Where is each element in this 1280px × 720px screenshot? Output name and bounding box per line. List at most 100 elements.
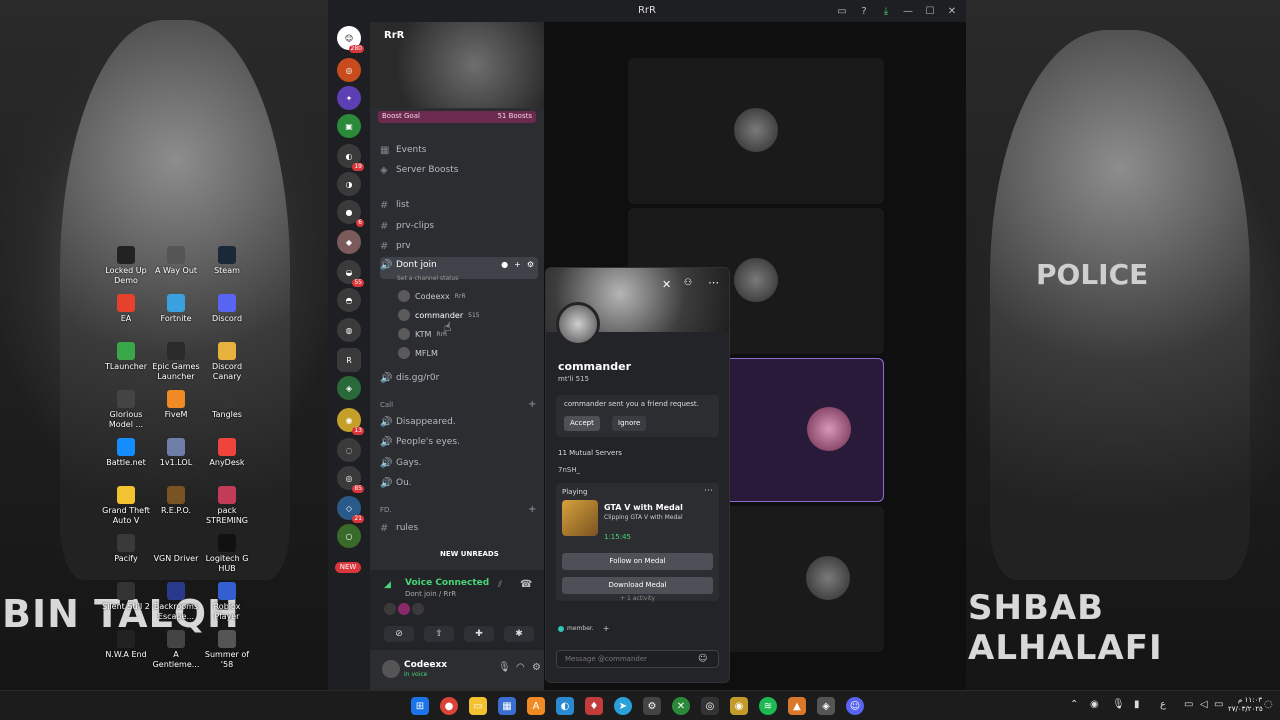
server-icon[interactable]: ◒ 55 <box>337 260 364 287</box>
desktop-icon[interactable]: Pacify <box>100 534 152 564</box>
server-icon[interactable]: ◓ <box>337 288 361 312</box>
message-input[interactable]: Message @commander <box>556 650 719 668</box>
more-activity[interactable]: + 1 activity <box>546 595 729 602</box>
chevron-up-icon[interactable]: ⌃ <box>1070 699 1078 710</box>
voice-channel-invite[interactable]: 🔊 dis.gg/r0r <box>380 369 538 387</box>
network-icon[interactable]: ▭ <box>1184 699 1193 710</box>
inbox-icon[interactable]: ▭ <box>834 3 850 19</box>
desktop-icon[interactable]: FiveM <box>150 390 202 420</box>
channel-prv[interactable]: # prv <box>380 237 538 255</box>
minimize-button[interactable]: — <box>900 3 916 19</box>
server-icon[interactable]: ◆ <box>337 230 361 254</box>
system-clock[interactable]: ١١:٠٣ م ٢٧/٠٣/٢٠٢٥ <box>1228 696 1263 714</box>
add-channel-icon[interactable]: + <box>528 399 536 410</box>
server-icon[interactable]: ◍ <box>337 318 361 342</box>
voice-channel-peoples-eyes[interactable]: 🔊 People's eyes. <box>380 433 538 451</box>
settings-icon[interactable]: ⚙ <box>643 697 661 715</box>
server-icon[interactable]: ▣ <box>337 114 361 138</box>
tray-icon[interactable]: ◉ <box>1090 699 1099 710</box>
desktop-icon[interactable]: A Gentleme... <box>150 630 202 670</box>
server-icon[interactable]: ◐ 19 <box>337 144 364 171</box>
voice-user[interactable]: KTM RrR <box>398 326 447 342</box>
app-icon[interactable]: A <box>527 697 545 715</box>
desktop-icon[interactable]: Silent Still 2 <box>100 582 152 612</box>
xbox-icon[interactable]: ✕ <box>672 697 690 715</box>
server-icon-active[interactable]: R <box>337 348 361 372</box>
server-icon[interactable]: ◎ <box>337 58 361 82</box>
accept-button[interactable]: Accept <box>564 416 600 431</box>
desktop-icon[interactable]: EA <box>100 294 152 324</box>
desktop-icon[interactable]: VGN Driver <box>150 534 202 564</box>
desktop-icon[interactable]: Steam <box>201 246 253 276</box>
app-icon[interactable]: ◎ <box>701 697 719 715</box>
channel-prv-clips[interactable]: # prv-clips <box>380 217 538 235</box>
desktop-icon[interactable]: 1v1.LOL <box>150 438 202 468</box>
voice-connected-title[interactable]: Voice Connected <box>405 578 489 588</box>
server-icon[interactable]: ○ <box>337 524 361 548</box>
app-icon[interactable]: ♦ <box>585 697 603 715</box>
telegram-icon[interactable]: ➤ <box>614 697 632 715</box>
more-icon[interactable]: ⋯ <box>704 486 713 496</box>
notifications-icon[interactable]: ◌ <box>1264 699 1273 710</box>
close-icon[interactable]: ✕ <box>662 278 671 291</box>
server-icon[interactable]: ◌ <box>337 438 361 462</box>
headphones-icon[interactable]: ◠ <box>516 662 525 673</box>
close-button[interactable]: ✕ <box>944 3 960 19</box>
maximize-button[interactable]: ☐ <box>922 3 938 19</box>
invite-icon[interactable]: + <box>514 260 521 269</box>
mic-icon[interactable]: 🎙 <box>498 662 511 673</box>
windows-start-icon[interactable]: ⊞ <box>411 697 429 715</box>
screen-share-button[interactable]: ⇧ <box>424 626 454 642</box>
desktop-icon[interactable]: Locked Up Demo <box>100 246 152 286</box>
gear-icon[interactable]: ⚙ <box>532 662 541 673</box>
desktop-icon[interactable]: Discord Canary <box>201 342 253 382</box>
soundboard-button[interactable]: ✱ <box>504 626 534 642</box>
voice-user[interactable]: commander 515 <box>398 307 480 323</box>
more-icon[interactable]: ⋯ <box>708 276 719 289</box>
category-call[interactable]: Call <box>380 401 393 409</box>
new-unreads-bar[interactable]: NEW UNREADS <box>440 550 540 562</box>
add-friend-icon[interactable]: ⚇ <box>684 278 692 288</box>
app-icon[interactable]: ▲ <box>788 697 806 715</box>
download-icon[interactable]: ⤓ <box>878 3 894 19</box>
signal-icon[interactable]: ◢ <box>384 580 391 590</box>
voice-user[interactable]: MFLM <box>398 345 438 361</box>
channel-rules[interactable]: # rules <box>380 519 538 537</box>
spotify-icon[interactable]: ≋ <box>759 697 777 715</box>
desktop-icon[interactable]: Fortnite <box>150 294 202 324</box>
desktop-icon[interactable]: Grand Theft Auto V <box>100 486 152 526</box>
server-icon[interactable]: ◑ <box>337 172 361 196</box>
user-name[interactable]: Codeexx <box>404 660 447 670</box>
voice-channel-ou[interactable]: 🔊 Ou. <box>380 474 538 492</box>
battery-icon[interactable]: ▭ <box>1214 699 1223 710</box>
voice-user[interactable]: Codeexx RrR <box>398 288 466 304</box>
discord-taskbar-icon[interactable]: ☺ <box>846 697 864 715</box>
noise-suppression-icon[interactable]: ⫽ <box>498 580 502 590</box>
voice-connected-subtitle[interactable]: Dont join / RrR <box>405 590 456 598</box>
desktop-icon[interactable]: Logitech G HUB <box>201 534 253 574</box>
desktop-icon[interactable]: R.E.P.O. <box>150 486 202 516</box>
channel-list[interactable]: # list <box>380 196 538 214</box>
help-icon[interactable]: ? <box>856 3 872 19</box>
mutual-servers[interactable]: 11 Mutual Servers <box>558 449 622 457</box>
desktop-icon[interactable]: N.W.A End <box>100 630 152 660</box>
add-role-icon[interactable]: + <box>603 624 610 633</box>
emoji-icon[interactable]: ☺ <box>698 654 707 664</box>
add-channel-icon[interactable]: + <box>528 504 536 515</box>
ignore-button[interactable]: Ignore <box>612 416 647 431</box>
desktop-icon[interactable]: TLauncher <box>100 342 152 372</box>
chat-icon[interactable]: ● <box>501 260 508 269</box>
desktop-icon[interactable]: Roblox Player <box>201 582 253 622</box>
desktop-icon[interactable]: Tangles <box>201 390 253 420</box>
app-icon[interactable]: ◈ <box>817 697 835 715</box>
camera-off-button[interactable]: ⊘ <box>384 626 414 642</box>
home-button[interactable]: ☺ 280 <box>337 26 364 53</box>
app-icon[interactable]: ◉ <box>730 697 748 715</box>
voice-channel-disappeared[interactable]: 🔊 Disappeared. <box>380 413 538 431</box>
server-icon[interactable]: ◎ 85 <box>337 466 364 493</box>
mic-icon[interactable]: 🎙 <box>1112 699 1125 710</box>
desktop-icon[interactable]: AnyDesk <box>201 438 253 468</box>
download-medal-button[interactable]: Download Medal <box>562 577 713 594</box>
disconnect-icon[interactable]: ☎ <box>520 579 532 590</box>
desktop-icon[interactable]: Battle.net <box>100 438 152 468</box>
